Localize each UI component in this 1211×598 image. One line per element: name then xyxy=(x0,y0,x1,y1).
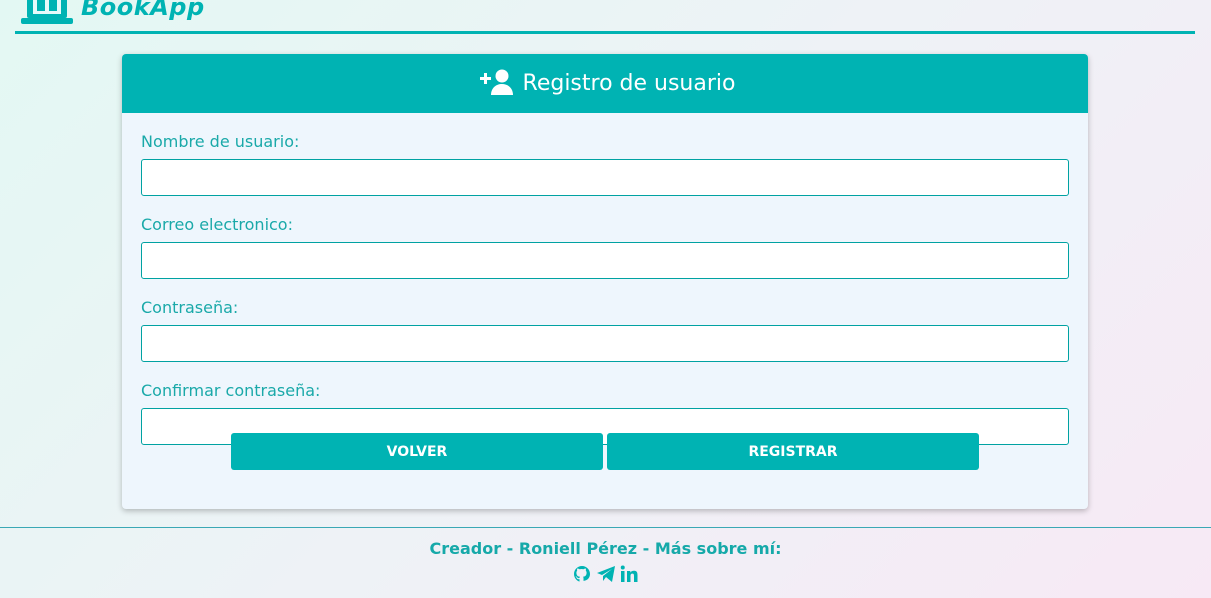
register-form: Nombre de usuario: Correo electronico: C… xyxy=(141,132,1069,464)
register-button[interactable]: REGISTRAR xyxy=(607,433,979,470)
email-label: Correo electronico: xyxy=(141,215,293,234)
back-button[interactable]: VOLVER xyxy=(231,433,603,470)
card-header: Registro de usuario xyxy=(122,54,1088,113)
brand-name: BookApp xyxy=(81,0,205,21)
username-input[interactable] xyxy=(141,159,1069,196)
register-card: Registro de usuario Nombre de usuario: C… xyxy=(122,54,1088,509)
book-laptop-icon xyxy=(21,0,77,30)
add-user-icon xyxy=(475,68,513,100)
footer: Creador - Roniell Pérez - Más sobre mí: xyxy=(0,527,1211,598)
password-label: Contraseña: xyxy=(141,298,239,317)
email-input[interactable] xyxy=(141,242,1069,279)
form-buttons: VOLVER REGISTRAR xyxy=(231,433,979,470)
linkedin-icon[interactable] xyxy=(620,564,640,584)
confirm-password-label: Confirmar contraseña: xyxy=(141,381,321,400)
footer-credits: Creador - Roniell Pérez - Más sobre mí: xyxy=(429,539,782,558)
telegram-icon[interactable] xyxy=(596,564,616,584)
card-title: Registro de usuario xyxy=(522,71,736,96)
github-icon[interactable] xyxy=(572,564,592,584)
top-navbar: BookApp xyxy=(15,0,1195,34)
password-input[interactable] xyxy=(141,325,1069,362)
username-label: Nombre de usuario: xyxy=(141,132,300,151)
brand-logo[interactable]: BookApp xyxy=(21,0,205,28)
social-links xyxy=(0,564,1211,584)
